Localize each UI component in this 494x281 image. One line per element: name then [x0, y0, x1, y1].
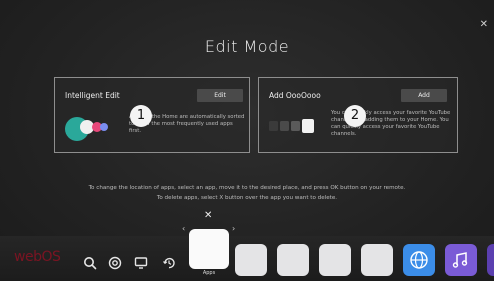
delete-app-icon[interactable]: ✕: [204, 210, 212, 221]
add-title: Add OooOooo: [269, 91, 321, 100]
page-title: Edit Mode: [204, 37, 290, 56]
close-icon[interactable]: ✕: [480, 19, 488, 30]
app-tile[interactable]: [277, 244, 309, 276]
webos-logo: webOS: [14, 249, 61, 265]
add-button[interactable]: Add: [401, 89, 447, 102]
music-icon: [452, 252, 468, 268]
app-tile[interactable]: [235, 244, 267, 276]
add-illustration: [269, 119, 314, 133]
search-icon[interactable]: [83, 256, 97, 270]
app-tile[interactable]: [319, 244, 351, 276]
intelligent-edit-card: Intelligent Edit Edit Arrange the Home a…: [54, 77, 250, 153]
globe-icon: [410, 251, 428, 269]
instruction-delete: To delete apps, select X button over the…: [156, 195, 338, 201]
intelligent-edit-title: Intelligent Edit: [65, 91, 120, 100]
instruction-move: To change the location of apps, select a…: [88, 185, 406, 191]
selected-app-label: Apps: [202, 270, 216, 276]
app-tile-partial[interactable]: [487, 244, 494, 276]
selected-app-tile[interactable]: [189, 229, 229, 269]
edit-button[interactable]: Edit: [197, 89, 243, 102]
settings-icon[interactable]: [108, 256, 122, 270]
chevron-right-icon[interactable]: ›: [232, 224, 235, 233]
intelligent-edit-illustration: [65, 117, 108, 141]
music-app-tile[interactable]: [445, 244, 477, 276]
input-icon[interactable]: [134, 256, 148, 270]
recents-icon[interactable]: [162, 256, 176, 270]
app-tile[interactable]: [361, 244, 393, 276]
globe-app-tile[interactable]: [403, 244, 435, 276]
callout-badge-2: 2: [344, 105, 366, 127]
chevron-left-icon[interactable]: ‹: [182, 224, 185, 233]
edit-mode-screen: ✕ Edit Mode Intelligent Edit Edit Arrang…: [0, 0, 494, 281]
callout-badge-1: 1: [130, 105, 152, 127]
